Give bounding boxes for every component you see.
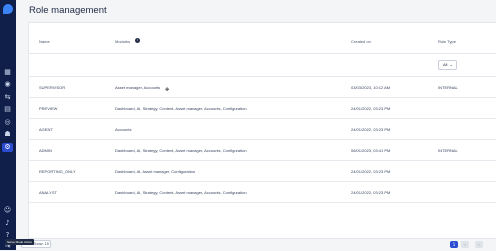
role-modules: Accounts [115, 127, 132, 132]
sidebar: ▦ ◉ ⇆ ▤ ◎ ☗ ⚙ ☺ ♪ ? ⇥ [0, 0, 16, 250]
users-icon[interactable]: ☗ [3, 130, 12, 139]
settings-icon[interactable]: ⚙ [2, 143, 13, 152]
role-created-on: 24/01/2022, 03:23 PM [351, 106, 391, 111]
role-created-on: 03/03/2023, 10:12 AM [351, 85, 391, 90]
role-type: INTERNAL [438, 148, 458, 153]
role-modules: Dashboard, AI, Strategy, Content, Asset … [115, 106, 247, 111]
table-row[interactable]: ADMIN Dashboard, AI, Strategy, Content, … [29, 140, 496, 161]
globe-icon[interactable]: ◉ [3, 80, 12, 89]
app-logo[interactable] [3, 4, 13, 14]
role-type-filter[interactable]: All ⌄ [438, 60, 457, 70]
dashboard-icon[interactable]: ▦ [3, 68, 12, 77]
table-row[interactable]: ANALYST Dashboard, AI, Strategy, Content… [29, 182, 496, 203]
table-row[interactable]: REPORTING_ONLY Dashboard, AI, Asset mana… [29, 161, 496, 182]
info-icon[interactable]: i [135, 38, 140, 43]
role-created-on: 06/01/2023, 03:41 PM [351, 148, 391, 153]
content-icon[interactable]: ▤ [3, 105, 12, 114]
bell-icon[interactable]: ♪ [3, 219, 12, 228]
table-row[interactable]: PREVIEW Dashboard, AI, Strategy, Content… [29, 98, 496, 119]
role-created-on: 24/01/2022, 03:23 PM [351, 169, 391, 174]
header-role-type: Role Type [438, 39, 456, 44]
header-modules: Modules [115, 39, 131, 44]
role-name: SUPERVISOR [39, 85, 66, 90]
page-title: Role management [29, 5, 107, 16]
profile-icon[interactable]: ☺ [3, 206, 12, 215]
next-page-button[interactable]: › [475, 241, 483, 248]
role-name: ADMIN [39, 148, 52, 153]
role-created-on: 24/01/2022, 03:23 PM [351, 190, 391, 195]
header-divider [29, 53, 496, 54]
role-type-filter-value: All [443, 62, 448, 67]
role-modules: Dashboard, AI, Strategy, Content, Asset … [115, 190, 247, 195]
strategy-icon[interactable]: ⇆ [3, 93, 12, 102]
page-1-button[interactable]: 1 [450, 241, 458, 248]
role-modules: Dashboard, AI, Asset manager, Configurat… [115, 169, 196, 174]
role-modules: Asset manager, Accounts [115, 85, 161, 90]
main-content: Role management Name Modules i Created o… [16, 0, 496, 250]
prev-page-button[interactable]: ‹ [461, 241, 469, 248]
table-row[interactable]: AGENT Accounts 24/01/2022, 03:23 PM [29, 119, 496, 140]
table-row[interactable]: SUPERVISOR Asset manager, Accounts 03/03… [29, 77, 496, 98]
mouse-cursor-icon: ✥ [165, 87, 170, 93]
role-modules: Dashboard, AI, Strategy, Content, Asset … [115, 148, 247, 153]
chevron-down-icon: ⌄ [449, 62, 453, 67]
header-created-on[interactable]: Created on [351, 39, 371, 44]
roles-table-card: Name Modules i Created on Role Type All … [28, 22, 496, 239]
role-name: AGENT [39, 127, 53, 132]
role-type: INTERNAL [438, 85, 458, 90]
status-tooltip: Serve Mode Active [5, 239, 35, 245]
role-name: ANALYST [39, 190, 57, 195]
role-created-on: 24/01/2022, 03:23 PM [351, 127, 391, 132]
role-name: PREVIEW [39, 106, 58, 111]
header-name[interactable]: Name [39, 39, 50, 44]
asset-icon[interactable]: ◎ [3, 118, 12, 127]
role-name: REPORTING_ONLY [39, 169, 76, 174]
